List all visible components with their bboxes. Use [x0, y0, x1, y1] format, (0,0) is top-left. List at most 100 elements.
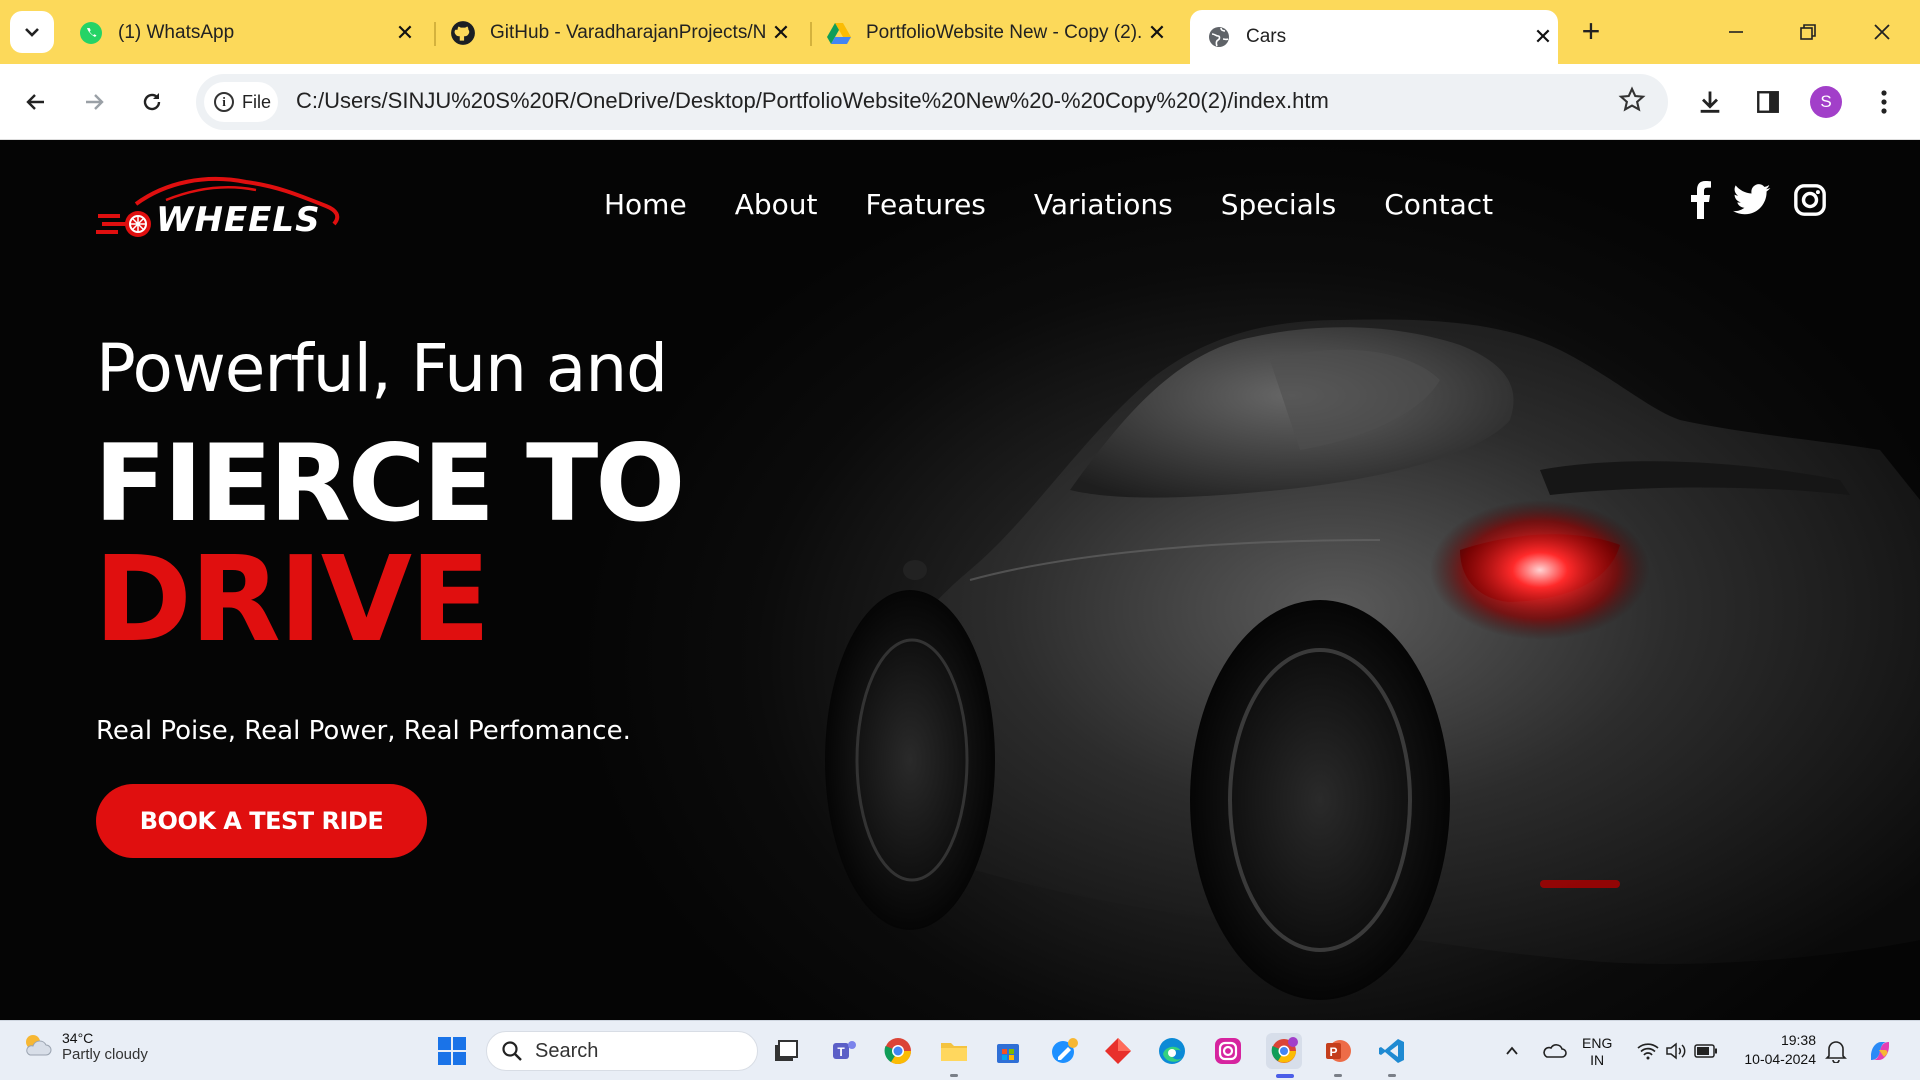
copilot-button[interactable]: [1046, 1033, 1082, 1069]
downloads-button[interactable]: [1690, 82, 1730, 122]
close-icon[interactable]: ✕: [1142, 18, 1172, 48]
nav-contact[interactable]: Contact: [1384, 188, 1493, 221]
wifi-icon: [1637, 1043, 1659, 1060]
side-panel-button[interactable]: [1748, 82, 1788, 122]
show-hidden-icons-button[interactable]: [1494, 1033, 1530, 1069]
arrow-left-icon: [26, 94, 44, 110]
windows-logo-icon: [438, 1037, 466, 1065]
site-logo[interactable]: WHEELS: [96, 170, 346, 250]
notifications-button[interactable]: [1818, 1033, 1854, 1069]
powerpoint-button[interactable]: P: [1320, 1033, 1356, 1069]
tab-title: PortfolioWebsite New - Copy (2).: [866, 22, 1142, 43]
close-window-button[interactable]: [1862, 14, 1902, 50]
nav-variations[interactable]: Variations: [1034, 188, 1173, 221]
nav-home[interactable]: Home: [604, 188, 687, 221]
weather-temp: 34°C: [62, 1029, 94, 1046]
instagram-taskbar-button[interactable]: [1210, 1033, 1246, 1069]
twitter-icon[interactable]: [1732, 180, 1772, 220]
profile-button[interactable]: S: [1806, 82, 1846, 122]
nav-about[interactable]: About: [735, 188, 818, 221]
tab-github[interactable]: GitHub - VaradharajanProjects/N ✕: [450, 10, 796, 56]
cloud-icon: [1543, 1044, 1567, 1058]
language-code: ENG: [1582, 1035, 1613, 1051]
book-test-ride-button[interactable]: BOOK A TEST RIDE: [96, 784, 427, 858]
reload-button[interactable]: [132, 82, 172, 122]
more-vert-icon: [1881, 90, 1887, 114]
restore-icon: [1800, 24, 1816, 40]
pen-icon: [1052, 1038, 1078, 1063]
teams-icon: T: [833, 1041, 856, 1059]
chrome-taskbar-button[interactable]: [880, 1033, 916, 1069]
hero-subheading: Powerful, Fun and: [96, 330, 668, 407]
forward-button[interactable]: [74, 82, 114, 122]
svg-text:T: T: [837, 1045, 845, 1059]
close-icon[interactable]: ✕: [390, 18, 420, 48]
clock-time: 19:38: [1780, 1032, 1816, 1048]
tab-separator: [434, 22, 436, 46]
tab-search-button[interactable]: [10, 11, 54, 53]
battery-button[interactable]: [1688, 1033, 1724, 1069]
website-viewport: WHEELS Home About Features Variations Sp…: [0, 140, 1920, 1020]
hero-tagline: Real Poise, Real Power, Real Perfomance.: [96, 716, 631, 746]
browser-toolbar: i File C:/Users/SINJU%20S%20R/OneDrive/D…: [0, 64, 1920, 140]
tab-cars[interactable]: Cars ✕: [1190, 10, 1558, 64]
instagram-app-icon: [1215, 1038, 1241, 1064]
powerpoint-icon: P: [1326, 1040, 1351, 1062]
edge-button[interactable]: [1154, 1033, 1190, 1069]
back-button[interactable]: [16, 82, 56, 122]
instagram-icon[interactable]: [1790, 180, 1830, 220]
url-text[interactable]: C:/Users/SINJU%20S%20R/OneDrive/Desktop/…: [296, 88, 1329, 114]
copilot-icon: [1871, 1042, 1889, 1060]
avatar: S: [1810, 86, 1842, 118]
taskbar-search[interactable]: Search: [486, 1031, 758, 1071]
running-indicator: [950, 1074, 958, 1077]
close-icon: [1874, 24, 1890, 40]
region-code: IN: [1590, 1052, 1605, 1068]
vscode-button[interactable]: [1374, 1033, 1410, 1069]
language-indicator[interactable]: ENG IN: [1582, 1035, 1612, 1069]
start-button[interactable]: [434, 1033, 470, 1069]
clock-date: 10-04-2024: [1744, 1051, 1816, 1067]
site-info-chip[interactable]: i File: [204, 82, 278, 122]
address-bar[interactable]: i File C:/Users/SINJU%20S%20R/OneDrive/D…: [196, 74, 1668, 130]
chevron-down-icon: [25, 28, 39, 37]
onedrive-button[interactable]: [1536, 1033, 1572, 1069]
new-tab-button[interactable]: +: [1576, 15, 1606, 47]
download-icon: [1700, 91, 1720, 113]
chrome-icon: [1271, 1037, 1298, 1063]
copilot-tray-button[interactable]: [1862, 1033, 1898, 1069]
main-nav: Home About Features Variations Specials …: [604, 188, 1493, 221]
diamond-app-icon: [1105, 1038, 1131, 1064]
restore-button[interactable]: [1788, 14, 1828, 50]
tab-google-drive[interactable]: PortfolioWebsite New - Copy (2). ✕: [826, 10, 1172, 56]
weather-widget[interactable]: 34°C Partly cloudy: [20, 1029, 148, 1063]
info-icon: i: [214, 92, 234, 112]
teams-button[interactable]: T: [826, 1033, 862, 1069]
close-icon[interactable]: ✕: [1528, 22, 1558, 52]
car-image: [825, 319, 1920, 1000]
search-placeholder: Search: [535, 1039, 599, 1062]
side-panel-icon: [1757, 91, 1779, 113]
nav-specials[interactable]: Specials: [1221, 188, 1336, 221]
store-button[interactable]: [990, 1033, 1026, 1069]
store-icon: [997, 1044, 1019, 1063]
chrome-icon: [884, 1038, 912, 1065]
menu-button[interactable]: [1864, 82, 1904, 122]
nav-features[interactable]: Features: [865, 188, 985, 221]
facebook-icon[interactable]: [1680, 180, 1720, 220]
whatsapp-icon: [78, 20, 104, 46]
globe-icon: [1206, 24, 1232, 50]
minimize-button[interactable]: [1716, 14, 1756, 50]
system-clock[interactable]: 19:38 10-04-2024: [1744, 1031, 1816, 1069]
chrome-profile-taskbar-button[interactable]: [1266, 1033, 1302, 1069]
search-icon: [502, 1041, 522, 1061]
vscode-icon: [1379, 1039, 1404, 1063]
close-icon[interactable]: ✕: [766, 18, 796, 48]
site-info-label: File: [242, 91, 272, 112]
file-explorer-button[interactable]: [936, 1033, 972, 1069]
tab-whatsapp[interactable]: (1) WhatsApp ✕: [74, 10, 420, 56]
app-diamond-button[interactable]: [1100, 1033, 1136, 1069]
bookmark-star-icon[interactable]: [1618, 86, 1646, 119]
task-view-button[interactable]: [768, 1033, 804, 1069]
reload-icon: [143, 93, 161, 111]
